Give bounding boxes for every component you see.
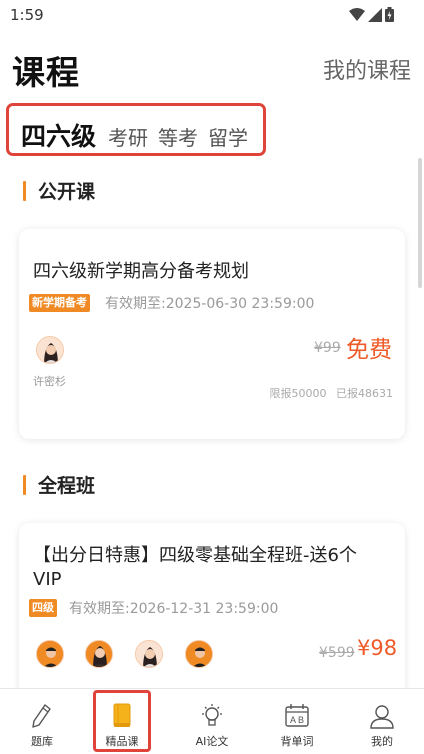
course-price: 免费 [346, 337, 392, 363]
tab-cet[interactable]: 四六级 [21, 117, 96, 153]
course-card-public[interactable]: 四六级新学期高分备考规划 新学期备考 有效期至:2025-06-30 23:59… [19, 229, 405, 439]
tabbar-label: 背单词 [280, 735, 314, 748]
course-valid-date: 有效期至:2025-06-30 23:59:00 [105, 296, 315, 312]
lightbulb-icon [202, 704, 222, 726]
category-tabs-highlight: 四六级 考研 等考 留学 [6, 103, 266, 156]
teacher-avatar [36, 640, 64, 668]
tab-ncre[interactable]: 等考 [158, 122, 198, 151]
course-tag: 四级 [29, 599, 57, 617]
calendar-icon: A B [285, 704, 309, 727]
section-title: 公开课 [38, 181, 96, 203]
teacher-avatar [135, 640, 163, 668]
enroll-limit: 限报50000 [269, 387, 327, 400]
tabbar-item-question-bank[interactable]: 题库 [2, 689, 82, 754]
status-time: 1:59 [10, 6, 44, 24]
course-title: 四六级新学期高分备考规划 [33, 261, 249, 282]
tab-postgrad[interactable]: 考研 [108, 122, 148, 151]
status-icons [349, 7, 394, 22]
teacher-avatar [36, 336, 64, 364]
svg-text:A B: A B [290, 715, 304, 725]
tabbar-label: 我的 [371, 735, 393, 748]
signal-icon [368, 7, 382, 22]
section-title: 全程班 [38, 475, 96, 497]
scrollbar[interactable] [418, 158, 422, 288]
course-tag: 新学期备考 [29, 294, 90, 312]
tabbar-label: AI论文 [195, 735, 229, 748]
course-valid-date: 有效期至:2026-12-31 23:59:00 [69, 601, 279, 617]
section-accent-bar [23, 474, 26, 495]
course-price: ¥98 [357, 636, 398, 660]
enroll-count: 已报48631 [336, 387, 393, 400]
wifi-icon [349, 7, 365, 21]
original-price: ¥99 [314, 340, 341, 356]
tabbar-item-profile[interactable]: 我的 [342, 689, 422, 754]
course-card-full[interactable]: 【出分日特惠】四级零基础全程班-送6个VIP 四级 有效期至:2026-12-3… [19, 523, 405, 703]
active-tab-highlight [93, 690, 151, 752]
tab-study-abroad[interactable]: 留学 [208, 122, 248, 151]
enrollment-info: 限报50000 已报48631 [270, 385, 394, 401]
bottom-tab-bar: 题库 精品课 AI论文 A B 背单词 我的 [0, 688, 424, 754]
pencil-icon [32, 704, 51, 728]
section-public: 公开课 [23, 177, 95, 204]
section-full: 全程班 [23, 471, 95, 498]
tabbar-item-vocabulary[interactable]: A B 背单词 [257, 689, 337, 754]
teacher-avatar [185, 640, 213, 668]
course-title: 【出分日特惠】四级零基础全程班-送6个VIP [33, 545, 357, 590]
my-courses-link[interactable]: 我的课程 [323, 53, 411, 85]
header: 课程 我的课程 [0, 40, 424, 96]
status-bar: 1:59 [0, 0, 424, 30]
tabbar-item-ai-paper[interactable]: AI论文 [172, 689, 252, 754]
teacher-name: 许密杉 [33, 375, 66, 388]
user-icon [370, 705, 394, 729]
page-title: 课程 [12, 53, 80, 92]
battery-icon [385, 7, 394, 22]
section-accent-bar [23, 180, 26, 201]
original-price: ¥599 [319, 645, 355, 661]
category-tabs: 四六级 考研 等考 留学 [21, 117, 258, 153]
tabbar-label: 题库 [31, 735, 53, 748]
teacher-avatar [85, 640, 113, 668]
